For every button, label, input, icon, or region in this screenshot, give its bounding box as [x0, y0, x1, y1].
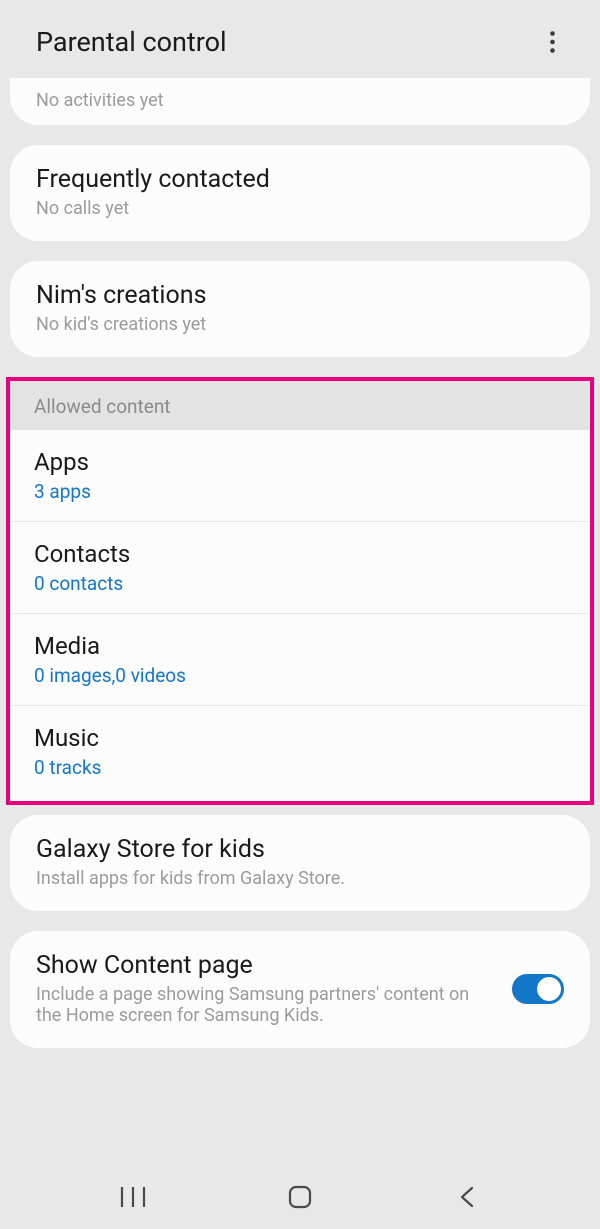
show-content-subtitle: Include a page showing Samsung partners'…	[36, 984, 496, 1026]
show-content-page-card[interactable]: Show Content page Include a page showing…	[10, 931, 590, 1048]
back-icon	[459, 1185, 475, 1209]
show-content-title: Show Content page	[36, 951, 496, 980]
frequently-contacted-title: Frequently contacted	[36, 165, 564, 194]
frequently-contacted-subtitle: No calls yet	[36, 198, 564, 219]
allowed-content-header: Allowed content	[10, 381, 590, 430]
kids-creations-subtitle: No kid's creations yet	[36, 314, 564, 335]
allowed-media-subtitle: 0 images,0 videos	[34, 664, 566, 687]
nav-recent-button[interactable]	[113, 1177, 153, 1217]
allowed-media-title: Media	[34, 632, 566, 660]
allowed-media-item[interactable]: Media 0 images,0 videos	[10, 614, 590, 706]
allowed-contacts-subtitle: 0 contacts	[34, 572, 566, 595]
allowed-apps-title: Apps	[34, 448, 566, 476]
show-content-toggle[interactable]	[512, 974, 564, 1004]
allowed-contacts-item[interactable]: Contacts 0 contacts	[10, 522, 590, 614]
allowed-content-section: Allowed content Apps 3 apps Contacts 0 c…	[6, 377, 594, 805]
app-header: Parental control	[0, 0, 600, 78]
allowed-music-subtitle: 0 tracks	[34, 756, 566, 779]
more-vert-icon	[550, 31, 555, 53]
allowed-apps-item[interactable]: Apps 3 apps	[10, 430, 590, 522]
allowed-contacts-title: Contacts	[34, 540, 566, 568]
activities-subtitle: No activities yet	[36, 90, 564, 111]
page-title: Parental control	[36, 26, 227, 58]
more-options-button[interactable]	[534, 24, 570, 60]
galaxy-store-title: Galaxy Store for kids	[36, 835, 564, 864]
home-icon	[288, 1185, 312, 1209]
system-nav-bar	[0, 1171, 600, 1229]
activities-card[interactable]: No activities yet	[10, 78, 590, 125]
toggle-knob	[537, 977, 561, 1001]
kids-creations-title: Nim's creations	[36, 281, 564, 310]
allowed-apps-subtitle: 3 apps	[34, 480, 566, 503]
allowed-music-item[interactable]: Music 0 tracks	[10, 706, 590, 801]
galaxy-store-card[interactable]: Galaxy Store for kids Install apps for k…	[10, 815, 590, 911]
allowed-music-title: Music	[34, 724, 566, 752]
nav-back-button[interactable]	[447, 1177, 487, 1217]
frequently-contacted-card[interactable]: Frequently contacted No calls yet	[10, 145, 590, 241]
nav-home-button[interactable]	[280, 1177, 320, 1217]
recent-apps-icon	[120, 1187, 146, 1207]
galaxy-store-subtitle: Install apps for kids from Galaxy Store.	[36, 868, 564, 889]
kids-creations-card[interactable]: Nim's creations No kid's creations yet	[10, 261, 590, 357]
